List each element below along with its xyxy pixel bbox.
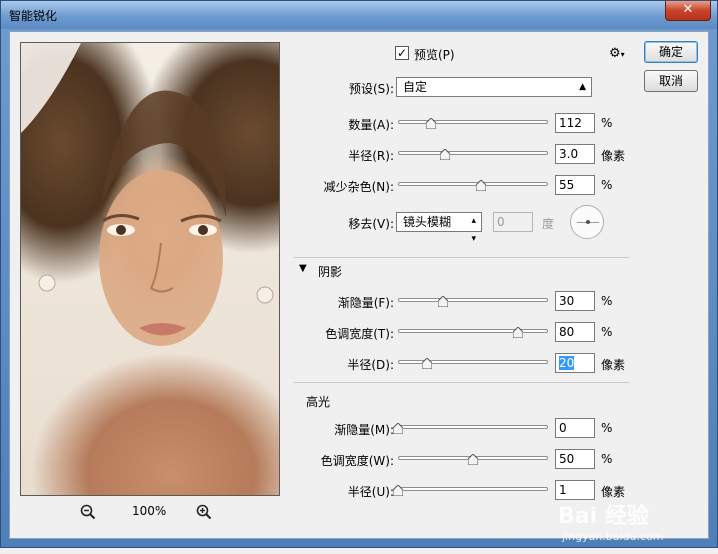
angle-dial[interactable] [570, 205, 604, 239]
main-value-2: 55 [559, 178, 575, 192]
main-value-field-2[interactable]: 55 [555, 175, 595, 195]
highlight-label-1: 色调宽度(W): [320, 454, 394, 468]
collapse-triangle-icon[interactable]: ▼ [299, 263, 307, 274]
dropdown-arrows-icon: ▲ [579, 82, 586, 92]
main-value-1: 3.0 [559, 147, 579, 161]
main-label-2: 减少杂色(N): [323, 180, 394, 194]
zoom-in-icon[interactable] [196, 504, 212, 520]
remove-label: 移去(V): [348, 217, 394, 231]
divider [294, 382, 630, 383]
preset-value: 自定 [403, 80, 428, 94]
shadow-slider-1[interactable] [398, 325, 548, 339]
highlight-label-0: 渐隐量(M): [334, 423, 394, 437]
main-slider-2[interactable] [398, 178, 548, 192]
main-slider-1[interactable] [398, 147, 548, 161]
highlight-slider-2[interactable] [393, 483, 548, 497]
main-value-field-0[interactable]: 112 [555, 113, 595, 133]
zoom-out-icon[interactable] [80, 504, 96, 520]
slider-track[interactable] [398, 425, 548, 429]
ok-button[interactable]: 确定 [644, 41, 698, 63]
shadow-label-0: 渐隐量(F): [337, 296, 394, 310]
preset-label: 预设(S): [348, 82, 394, 96]
angle-unit: 度 [542, 217, 555, 231]
shadow-unit-1: % [601, 325, 613, 339]
main-unit-1: 像素 [601, 149, 626, 163]
slider-thumb[interactable] [468, 454, 478, 465]
highlight-title: 高光 [306, 395, 331, 409]
shadow-value-2: 20 [559, 356, 575, 370]
highlight-value-0: 0 [559, 421, 567, 435]
shadow-value-field-2[interactable]: 20 [555, 353, 595, 373]
main-value-0: 112 [559, 116, 582, 130]
dialog-window: 智能锐化 ✕ 100% ✓ 预览(P) ⚙▾ 确定 取消 预设(S): 自定 ▲… [0, 0, 718, 548]
watermark-brand: Bai 经验 [558, 504, 649, 529]
slider-thumb[interactable] [393, 485, 403, 496]
slider-thumb[interactable] [439, 149, 450, 160]
highlight-unit-1: % [601, 452, 613, 466]
angle-field: 0 [493, 212, 533, 232]
highlight-unit-0: % [601, 421, 613, 435]
highlight-value-2: 1 [559, 483, 567, 497]
slider-thumb[interactable] [475, 180, 486, 191]
angle-value: 0 [497, 215, 505, 229]
remove-dropdown[interactable]: 镜头模糊 ▴ ▾ [396, 212, 482, 244]
highlight-value-field-1[interactable]: 50 [555, 449, 595, 469]
highlight-slider-0[interactable] [393, 421, 548, 435]
highlight-label-2: 半径(U): [347, 485, 394, 499]
zoom-controls: 100% [80, 504, 220, 520]
close-button[interactable]: ✕ [665, 1, 711, 21]
portrait-photo [21, 43, 274, 346]
shadow-value-field-0[interactable]: 30 [555, 291, 595, 311]
slider-track[interactable] [398, 298, 548, 302]
preview-checkbox[interactable]: ✓ [395, 46, 409, 60]
shadow-slider-0[interactable] [398, 294, 548, 308]
dialog-client: 100% ✓ 预览(P) ⚙▾ 确定 取消 预设(S): 自定 ▲ 数量(A):… [9, 31, 709, 543]
main-label-1: 半径(R): [348, 149, 394, 163]
slider-thumb[interactable] [421, 358, 432, 369]
shadow-unit-0: % [601, 294, 613, 308]
slider-track[interactable] [398, 487, 548, 491]
dropdown-arrows-icon: ▴ ▾ [471, 216, 476, 244]
preview-image[interactable] [20, 42, 280, 496]
shadow-label-2: 半径(D): [347, 358, 394, 372]
slider-track[interactable] [398, 120, 548, 124]
shadow-unit-2: 像素 [601, 358, 626, 372]
slider-thumb[interactable] [393, 423, 403, 434]
highlight-value-field-2[interactable]: 1 [555, 480, 595, 500]
main-unit-0: % [601, 116, 613, 130]
divider [294, 257, 630, 258]
shadow-value-field-1[interactable]: 80 [555, 322, 595, 342]
highlight-slider-1[interactable] [398, 452, 548, 466]
main-label-0: 数量(A): [348, 118, 394, 132]
main-value-field-1[interactable]: 3.0 [555, 144, 595, 164]
slider-thumb[interactable] [426, 118, 436, 129]
slider-track[interactable] [398, 182, 548, 186]
cancel-button[interactable]: 取消 [644, 70, 698, 92]
slider-thumb[interactable] [438, 296, 448, 307]
main-slider-0[interactable] [398, 116, 548, 130]
shadow-label-1: 色调宽度(T): [325, 327, 394, 341]
shadow-value-1: 80 [559, 325, 575, 339]
shadow-value-0: 30 [559, 294, 575, 308]
slider-track[interactable] [398, 151, 548, 155]
dial-center [586, 220, 590, 224]
slider-thumb[interactable] [513, 327, 523, 338]
highlight-value-field-0[interactable]: 0 [555, 418, 595, 438]
highlight-value-1: 50 [559, 452, 575, 466]
preset-dropdown[interactable]: 自定 ▲ [396, 77, 592, 97]
zoom-level: 100% [132, 504, 167, 518]
main-unit-2: % [601, 178, 613, 192]
title-bar[interactable]: 智能锐化 ✕ [1, 1, 717, 29]
slider-track[interactable] [398, 360, 548, 364]
slider-track[interactable] [398, 329, 548, 333]
shadow-title: 阴影 [318, 265, 343, 279]
remove-value: 镜头模糊 [403, 215, 452, 229]
window-title: 智能锐化 [9, 9, 58, 23]
preview-label[interactable]: 预览(P) [414, 46, 455, 63]
gear-icon[interactable]: ⚙▾ [609, 46, 627, 62]
watermark-url: jingyan.baidu.com [562, 530, 664, 543]
shadow-slider-2[interactable] [398, 356, 548, 370]
watermark: Bai 经验 jingyan.baidu.com [558, 498, 718, 554]
